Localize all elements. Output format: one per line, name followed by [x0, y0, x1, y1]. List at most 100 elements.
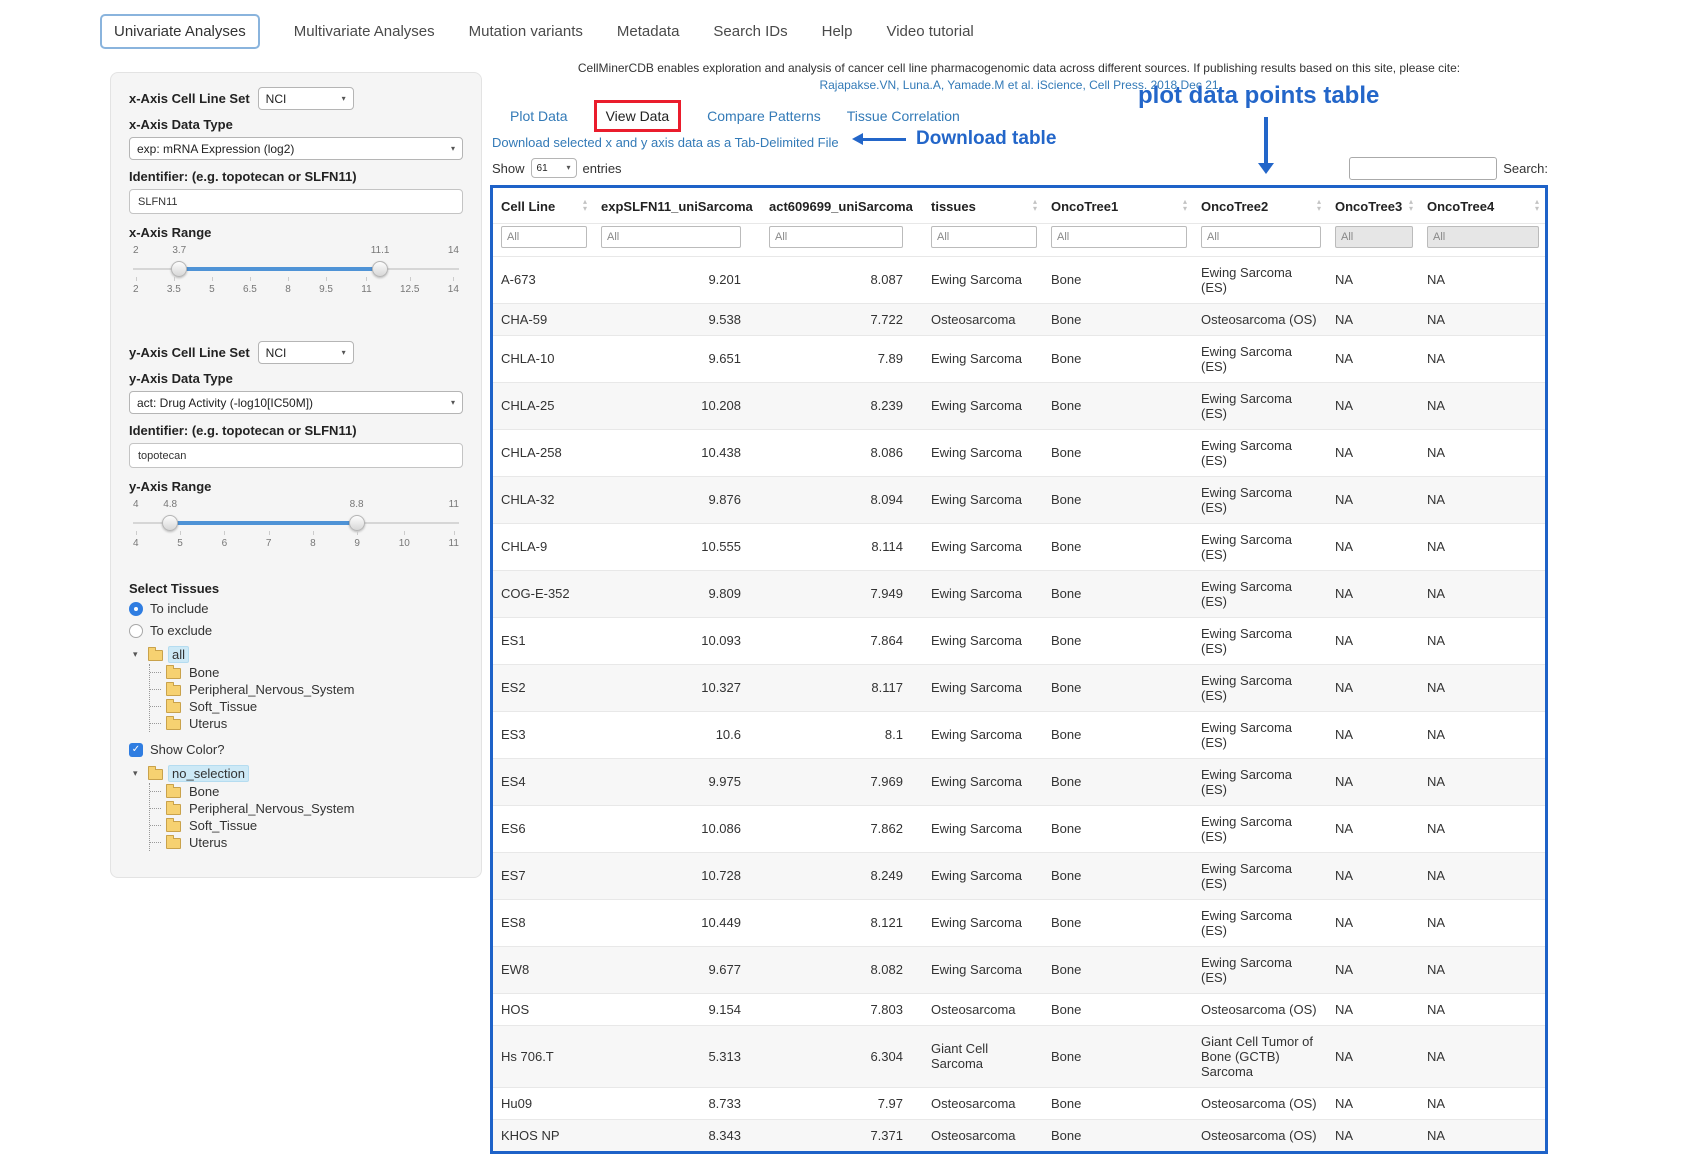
sort-icon: ▴▾ [583, 199, 587, 213]
table-row[interactable]: CHLA-9 10.555 8.114 Ewing Sarcoma Bone E… [493, 523, 1545, 570]
column-filter-input[interactable] [1201, 226, 1321, 248]
table-row[interactable]: Hu09 8.733 7.97 Osteosarcoma Bone Osteos… [493, 1087, 1545, 1119]
oncotree2-cell: Ewing Sarcoma (ES) [1193, 946, 1327, 993]
tab-help[interactable]: Help [822, 23, 853, 40]
download-link[interactable]: Download selected x and y axis data as a… [492, 135, 839, 150]
slider-handle-right[interactable] [372, 261, 388, 277]
slider-tick: 6 [222, 538, 228, 549]
exp-value-cell: 8.343 [593, 1119, 761, 1151]
tab-view-data[interactable]: View Data [594, 100, 682, 132]
column-filter-input[interactable] [501, 226, 587, 248]
y-identifier-input[interactable] [129, 443, 463, 468]
tree-root-no-selection[interactable]: no_selection [168, 765, 249, 782]
citation-link[interactable]: Rajapakse.VN, Luna.A, Yamade.M et al. iS… [490, 77, 1548, 94]
y-cell-line-set-select[interactable]: NCI ▾ [258, 341, 354, 364]
table-row[interactable]: ES1 10.093 7.864 Ewing Sarcoma Bone Ewin… [493, 617, 1545, 664]
show-color-row[interactable]: ✓ Show Color? [129, 742, 463, 757]
tab-tissue-correlation[interactable]: Tissue Correlation [847, 108, 960, 124]
tree-toggle-icon[interactable]: ▾ [133, 768, 143, 779]
tree-root-row[interactable]: ▾ no_selection [133, 764, 463, 783]
tab-mutation-variants[interactable]: Mutation variants [469, 23, 583, 40]
entries-select[interactable]: 61 ▾ [531, 158, 577, 178]
slider-handle-left[interactable] [162, 515, 178, 531]
table-row[interactable]: CHLA-258 10.438 8.086 Ewing Sarcoma Bone… [493, 429, 1545, 476]
slider-track[interactable] [133, 516, 459, 530]
tree-node[interactable]: Soft_Tissue [150, 698, 463, 715]
tab-univariate-analyses[interactable]: Univariate Analyses [100, 14, 260, 49]
tab-search-ids[interactable]: Search IDs [713, 23, 787, 40]
tree-toggle-icon[interactable]: ▾ [133, 649, 143, 660]
table-row[interactable]: ES2 10.327 8.117 Ewing Sarcoma Bone Ewin… [493, 664, 1545, 711]
tree-node[interactable]: Bone [150, 783, 463, 800]
checkbox-icon[interactable]: ✓ [129, 743, 143, 757]
table-row[interactable]: ES8 10.449 8.121 Ewing Sarcoma Bone Ewin… [493, 899, 1545, 946]
table-row[interactable]: CHLA-25 10.208 8.239 Ewing Sarcoma Bone … [493, 382, 1545, 429]
table-row[interactable]: KHOS NP 8.343 7.371 Osteosarcoma Bone Os… [493, 1119, 1545, 1151]
table-row[interactable]: Hs 706.T 5.313 6.304 Giant Cell Sarcoma … [493, 1025, 1545, 1087]
x-cell-line-set-select[interactable]: NCI ▾ [258, 87, 354, 110]
column-filter-input[interactable] [1335, 226, 1413, 248]
column-filter-input[interactable] [601, 226, 741, 248]
table-row[interactable]: CHLA-32 9.876 8.094 Ewing Sarcoma Bone E… [493, 476, 1545, 523]
y-range-slider[interactable]: 4 4.8 8.8 11 4567891011 [133, 499, 459, 555]
column-header-expslfn11[interactable]: expSLFN11_uniSarcoma▴▾ [593, 188, 761, 224]
tissues-cell: Osteosarcoma [923, 1087, 1043, 1119]
tree-node-label: Bone [186, 784, 222, 799]
tree-node[interactable]: Uterus [150, 834, 463, 851]
table-row[interactable]: CHA-59 9.538 7.722 Osteosarcoma Bone Ost… [493, 303, 1545, 335]
slider-handle-right[interactable] [349, 515, 365, 531]
x-identifier-input[interactable] [129, 189, 463, 214]
table-row[interactable]: EW8 9.677 8.082 Ewing Sarcoma Bone Ewing… [493, 946, 1545, 993]
table-row[interactable]: ES6 10.086 7.862 Ewing Sarcoma Bone Ewin… [493, 805, 1545, 852]
tab-compare-patterns[interactable]: Compare Patterns [707, 108, 821, 124]
x-range-slider[interactable]: 2 3.7 11.1 14 23.556.589.51112.514 [133, 245, 459, 301]
column-header-act609699[interactable]: act609699_uniSarcoma▴▾ [761, 188, 923, 224]
cell-line-cell: CHLA-258 [493, 429, 593, 476]
table-row[interactable]: A-673 9.201 8.087 Ewing Sarcoma Bone Ewi… [493, 256, 1545, 303]
table-row[interactable]: ES3 10.6 8.1 Ewing Sarcoma Bone Ewing Sa… [493, 711, 1545, 758]
column-header-oncotree4[interactable]: OncoTree4▴▾ [1419, 188, 1545, 224]
act-value-cell: 7.862 [761, 805, 923, 852]
table-row[interactable]: ES4 9.975 7.969 Ewing Sarcoma Bone Ewing… [493, 758, 1545, 805]
to-include-radio-row[interactable]: To include [129, 601, 463, 616]
radio-icon[interactable] [129, 624, 143, 638]
slider-track[interactable] [133, 262, 459, 276]
table-controls: Show 61 ▾ entries Search: [492, 157, 1548, 180]
tree-node[interactable]: Soft_Tissue [150, 817, 463, 834]
column-filter-input[interactable] [769, 226, 903, 248]
column-filter-input[interactable] [931, 226, 1037, 248]
tab-metadata[interactable]: Metadata [617, 23, 680, 40]
tab-plot-data[interactable]: Plot Data [510, 108, 568, 124]
slider-from-label: 4.8 [163, 499, 177, 510]
oncotree4-cell: NA [1419, 1119, 1545, 1151]
tree-node[interactable]: Bone [150, 664, 463, 681]
x-data-type-select[interactable]: exp: mRNA Expression (log2) ▾ [129, 137, 463, 160]
table-row[interactable]: HOS 9.154 7.803 Osteosarcoma Bone Osteos… [493, 993, 1545, 1025]
tree-node[interactable]: Peripheral_Nervous_System [150, 800, 463, 817]
tab-video-tutorial[interactable]: Video tutorial [886, 23, 973, 40]
table-row[interactable]: CHLA-10 9.651 7.89 Ewing Sarcoma Bone Ew… [493, 335, 1545, 382]
table-body: A-673 9.201 8.087 Ewing Sarcoma Bone Ewi… [493, 256, 1545, 1151]
table-row[interactable]: ES7 10.728 8.249 Ewing Sarcoma Bone Ewin… [493, 852, 1545, 899]
slider-handle-left[interactable] [171, 261, 187, 277]
column-header-oncotree3[interactable]: OncoTree3▴▾ [1327, 188, 1419, 224]
column-filter-input[interactable] [1051, 226, 1187, 248]
tree-root-all[interactable]: all [168, 646, 189, 663]
cell-line-cell: COG-E-352 [493, 570, 593, 617]
column-header-oncotree2[interactable]: OncoTree2▴▾ [1193, 188, 1327, 224]
table-row[interactable]: COG-E-352 9.809 7.949 Ewing Sarcoma Bone… [493, 570, 1545, 617]
y-data-type-select[interactable]: act: Drug Activity (-log10[IC50M]) ▾ [129, 391, 463, 414]
column-filter-input[interactable] [1427, 226, 1539, 248]
radio-icon[interactable] [129, 602, 143, 616]
to-exclude-radio-row[interactable]: To exclude [129, 623, 463, 638]
exp-value-cell: 5.313 [593, 1025, 761, 1087]
folder-icon [166, 702, 181, 713]
tree-node[interactable]: Uterus [150, 715, 463, 732]
tree-node[interactable]: Peripheral_Nervous_System [150, 681, 463, 698]
column-header-oncotree1[interactable]: OncoTree1▴▾ [1043, 188, 1193, 224]
column-header-cell-line[interactable]: Cell Line▴▾ [493, 188, 593, 224]
tree-root-row[interactable]: ▾ all [133, 645, 463, 664]
tab-multivariate-analyses[interactable]: Multivariate Analyses [294, 23, 435, 40]
search-input[interactable] [1349, 157, 1497, 180]
column-header-tissues[interactable]: tissues▴▾ [923, 188, 1043, 224]
